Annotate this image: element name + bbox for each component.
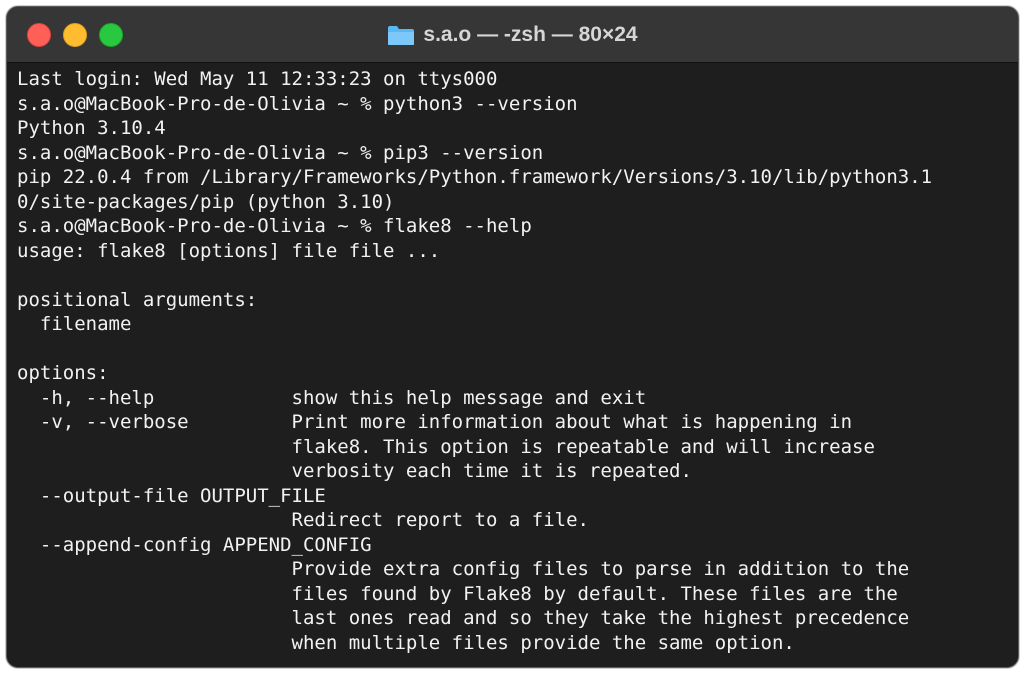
terminal-line: options: <box>17 362 109 384</box>
terminal-line: pip 22.0.4 from /Library/Frameworks/Pyth… <box>17 166 933 188</box>
terminal-line: --output-file OUTPUT_FILE <box>17 484 326 507</box>
terminal-line: Python 3.10.4 <box>17 117 166 139</box>
terminal-line: Provide extra config files to parse in a… <box>17 558 910 580</box>
terminal-line: s.a.o@MacBook-Pro-de-Olivia ~ % python3 … <box>17 92 578 115</box>
window-title: s.a.o — -zsh — 80×24 <box>423 23 638 46</box>
terminal-line: Redirect report to a file. <box>17 509 589 531</box>
terminal-line: when multiple files provide the same opt… <box>17 631 795 654</box>
terminal-line: s.a.o@MacBook-Pro-de-Olivia ~ % flake8 -… <box>17 215 532 237</box>
terminal-line: positional arguments: <box>17 288 258 311</box>
terminal-line: -h, --help show this help message and ex… <box>17 386 647 409</box>
terminal-line: 0/site-packages/pip (python 3.10) <box>17 190 395 213</box>
terminal-window: s.a.o — -zsh — 80×24 Last login: Wed May… <box>6 6 1019 668</box>
terminal-output[interactable]: Last login: Wed May 11 12:33:23 on ttys0… <box>7 63 1018 667</box>
terminal-line: filename <box>17 313 132 335</box>
terminal-line: last ones read and so they take the high… <box>17 607 910 629</box>
terminal-line: s.a.o@MacBook-Pro-de-Olivia ~ % pip3 --v… <box>17 141 544 164</box>
terminal-line: files found by Flake8 by default. These … <box>17 582 898 605</box>
window-title-container: s.a.o — -zsh — 80×24 <box>7 7 1018 63</box>
terminal-line: flake8. This option is repeatable and wi… <box>17 435 875 458</box>
terminal-line: Last login: Wed May 11 12:33:23 on ttys0… <box>17 68 498 90</box>
folder-icon <box>387 25 415 46</box>
terminal-line: --append-config APPEND_CONFIG <box>17 533 372 556</box>
title-bar[interactable]: s.a.o — -zsh — 80×24 <box>7 7 1018 63</box>
terminal-line: -v, --verbose Print more information abo… <box>17 411 853 433</box>
terminal-line: verbosity each time it is repeated. <box>17 460 692 482</box>
terminal-line: usage: flake8 [options] file file ... <box>17 239 441 262</box>
